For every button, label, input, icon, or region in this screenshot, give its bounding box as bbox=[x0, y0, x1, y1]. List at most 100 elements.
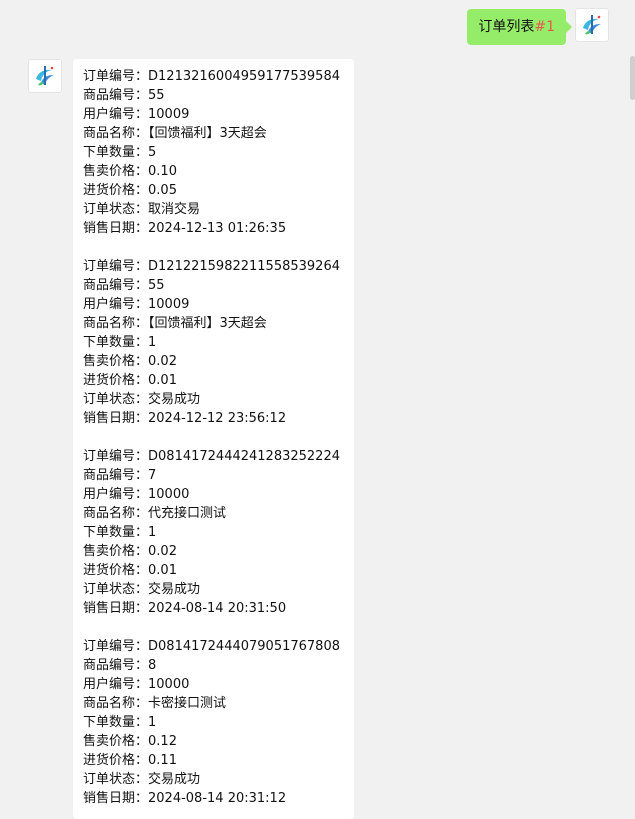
order-no-label: 订单编号： bbox=[83, 69, 149, 84]
quantity-row: 下单数量：1 bbox=[83, 713, 354, 732]
sale-price-value: 0.10 bbox=[148, 164, 177, 179]
order-no-row: 订单编号：D1212215982211558539264 bbox=[83, 257, 354, 276]
order-item: 订单编号：D0814172444079051767808 商品编号：8 用户编号… bbox=[83, 637, 354, 808]
user-no-row: 用户编号：10000 bbox=[83, 485, 354, 504]
product-no-row: 商品编号：55 bbox=[83, 86, 354, 105]
status-label: 订单状态： bbox=[83, 772, 149, 787]
product-name-row: 商品名称：代充接口测试 bbox=[83, 504, 354, 523]
product-no-label: 商品编号： bbox=[83, 658, 149, 673]
status-row: 订单状态：取消交易 bbox=[83, 200, 354, 219]
sale-price-row: 售卖价格：0.02 bbox=[83, 542, 354, 561]
product-no-value: 55 bbox=[148, 278, 165, 293]
user-no-value: 10000 bbox=[148, 677, 190, 692]
sale-date-value: 2024-08-14 20:31:50 bbox=[148, 601, 287, 616]
product-name-value: 卡密接口测试 bbox=[148, 696, 227, 711]
sale-price-label: 售卖价格： bbox=[83, 544, 149, 559]
sale-date-label: 销售日期： bbox=[83, 601, 149, 616]
product-no-value: 8 bbox=[148, 658, 157, 673]
sale-date-row: 销售日期：2024-12-13 01:26:35 bbox=[83, 219, 354, 238]
quantity-value: 5 bbox=[148, 145, 157, 160]
order-list: 订单编号：D1213216004959177539584 商品编号：55 用户编… bbox=[73, 59, 354, 808]
sale-date-row: 销售日期：2024-08-14 20:31:12 bbox=[83, 789, 354, 808]
quantity-row: 下单数量：1 bbox=[83, 523, 354, 542]
sent-message-bubble[interactable]: 订单列表#1 bbox=[467, 9, 572, 45]
quantity-label: 下单数量： bbox=[83, 335, 149, 350]
status-value: 交易成功 bbox=[148, 772, 201, 787]
cost-price-value: 0.05 bbox=[148, 183, 177, 198]
status-value: 交易成功 bbox=[148, 582, 201, 597]
sale-date-value: 2024-12-13 01:26:35 bbox=[148, 221, 287, 236]
product-name-row: 商品名称：卡密接口测试 bbox=[83, 694, 354, 713]
user-avatar[interactable] bbox=[575, 8, 609, 42]
status-label: 订单状态： bbox=[83, 202, 149, 217]
cost-price-row: 进货价格：0.01 bbox=[83, 371, 354, 390]
user-no-value: 10009 bbox=[148, 297, 190, 312]
quantity-value: 1 bbox=[148, 715, 157, 730]
sale-date-label: 销售日期： bbox=[83, 221, 149, 236]
order-no-value: D1213216004959177539584 bbox=[148, 69, 340, 84]
quantity-row: 下单数量：5 bbox=[83, 143, 354, 162]
order-no-row: 订单编号：D1213216004959177539584 bbox=[83, 67, 354, 86]
order-no-value: D1212215982211558539264 bbox=[148, 259, 340, 274]
product-no-label: 商品编号： bbox=[83, 468, 149, 483]
product-name-label: 商品名称： bbox=[83, 696, 149, 711]
status-label: 订单状态： bbox=[83, 582, 149, 597]
sale-date-value: 2024-08-14 20:31:12 bbox=[148, 791, 287, 806]
sale-price-label: 售卖价格： bbox=[83, 354, 149, 369]
sale-price-row: 售卖价格：0.12 bbox=[83, 732, 354, 751]
product-name-row: 商品名称：【回馈福利】3天超会 bbox=[83, 314, 354, 333]
sale-date-label: 销售日期： bbox=[83, 411, 149, 426]
cost-price-row: 进货价格：0.11 bbox=[83, 751, 354, 770]
status-row: 订单状态：交易成功 bbox=[83, 390, 354, 409]
cost-price-row: 进货价格：0.05 bbox=[83, 181, 354, 200]
product-name-value: 代充接口测试 bbox=[148, 506, 227, 521]
product-no-row: 商品编号：7 bbox=[83, 466, 354, 485]
user-no-row: 用户编号：10009 bbox=[83, 295, 354, 314]
order-no-row: 订单编号：D0814172444079051767808 bbox=[83, 637, 354, 656]
order-item: 订单编号：D1213216004959177539584 商品编号：55 用户编… bbox=[83, 67, 354, 238]
cost-price-row: 进货价格：0.01 bbox=[83, 561, 354, 580]
chat-scrollbar[interactable] bbox=[630, 56, 635, 100]
cost-price-value: 0.11 bbox=[148, 753, 177, 768]
bot-logo-icon bbox=[36, 66, 54, 86]
order-no-label: 订单编号： bbox=[83, 449, 149, 464]
cost-price-value: 0.01 bbox=[148, 563, 177, 578]
product-no-row: 商品编号：55 bbox=[83, 276, 354, 295]
order-no-value: D0814172444079051767808 bbox=[148, 639, 340, 654]
sale-price-row: 售卖价格：0.02 bbox=[83, 352, 354, 371]
product-name-value: 【回馈福利】3天超会 bbox=[148, 126, 267, 141]
product-name-label: 商品名称： bbox=[83, 316, 149, 331]
user-no-label: 用户编号： bbox=[83, 677, 149, 692]
user-no-label: 用户编号： bbox=[83, 487, 149, 502]
sale-date-label: 销售日期： bbox=[83, 791, 149, 806]
order-no-label: 订单编号： bbox=[83, 259, 149, 274]
status-value: 取消交易 bbox=[148, 202, 201, 217]
cost-price-label: 进货价格： bbox=[83, 753, 149, 768]
sent-message-tag: #1 bbox=[534, 19, 555, 35]
sale-price-value: 0.02 bbox=[148, 354, 177, 369]
user-no-value: 10009 bbox=[148, 107, 190, 122]
user-no-label: 用户编号： bbox=[83, 107, 149, 122]
order-item: 订单编号：D1212215982211558539264 商品编号：55 用户编… bbox=[83, 257, 354, 428]
product-name-label: 商品名称： bbox=[83, 126, 149, 141]
quantity-value: 1 bbox=[148, 335, 157, 350]
bot-avatar[interactable] bbox=[28, 59, 62, 93]
status-row: 订单状态：交易成功 bbox=[83, 770, 354, 789]
user-no-row: 用户编号：10000 bbox=[83, 675, 354, 694]
quantity-label: 下单数量： bbox=[83, 145, 149, 160]
sale-price-value: 0.02 bbox=[148, 544, 177, 559]
product-no-label: 商品编号： bbox=[83, 278, 149, 293]
status-label: 订单状态： bbox=[83, 392, 149, 407]
cost-price-value: 0.01 bbox=[148, 373, 177, 388]
sale-date-value: 2024-12-12 23:56:12 bbox=[148, 411, 287, 426]
bot-logo-icon bbox=[583, 15, 601, 35]
sale-date-row: 销售日期：2024-08-14 20:31:50 bbox=[83, 599, 354, 618]
order-item: 订单编号：D0814172444241283252224 商品编号：7 用户编号… bbox=[83, 447, 354, 618]
received-message-bubble[interactable]: 订单编号：D1213216004959177539584 商品编号：55 用户编… bbox=[73, 59, 354, 819]
status-value: 交易成功 bbox=[148, 392, 201, 407]
product-name-value: 【回馈福利】3天超会 bbox=[148, 316, 267, 331]
user-no-label: 用户编号： bbox=[83, 297, 149, 312]
sale-date-row: 销售日期：2024-12-12 23:56:12 bbox=[83, 409, 354, 428]
user-no-value: 10000 bbox=[148, 487, 190, 502]
user-no-row: 用户编号：10009 bbox=[83, 105, 354, 124]
